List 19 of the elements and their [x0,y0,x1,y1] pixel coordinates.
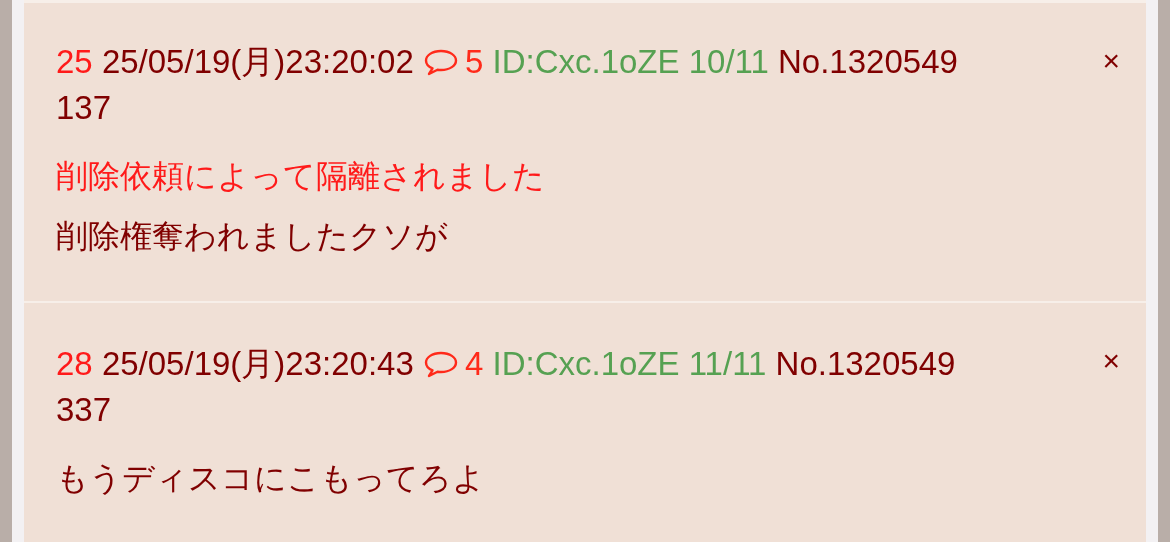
id-post-count: 10/11 [688,43,769,80]
post-id-number: No.1320549 [778,43,958,80]
speech-bubble-icon [422,350,459,378]
id-post-count: 11/11 [688,345,767,382]
poster-id: ID:Cxc.1oZE [492,43,680,80]
post-id-number-continued: 137 [56,88,112,128]
post-id-number-continued: 337 [56,390,112,430]
deletion-notice: 削除依頼によって隔離されました [56,157,546,196]
post-id-number: No.1320549 [775,345,956,382]
post-text: もうディスコにこもってろよ [56,459,486,498]
speech-bubble-icon [422,48,459,76]
close-button[interactable]: × [1102,341,1120,381]
post-date: 25/05/19(月)23:20:43 [101,345,414,382]
post-text: 削除権奪われましたクソが [56,217,449,256]
close-button[interactable]: × [1102,41,1120,81]
post-number: 25 [56,43,93,80]
poster-id: ID:Cxc.1oZE [492,345,680,382]
post-date: 25/05/19(月)23:20:02 [101,43,414,80]
post-number: 28 [56,345,93,382]
